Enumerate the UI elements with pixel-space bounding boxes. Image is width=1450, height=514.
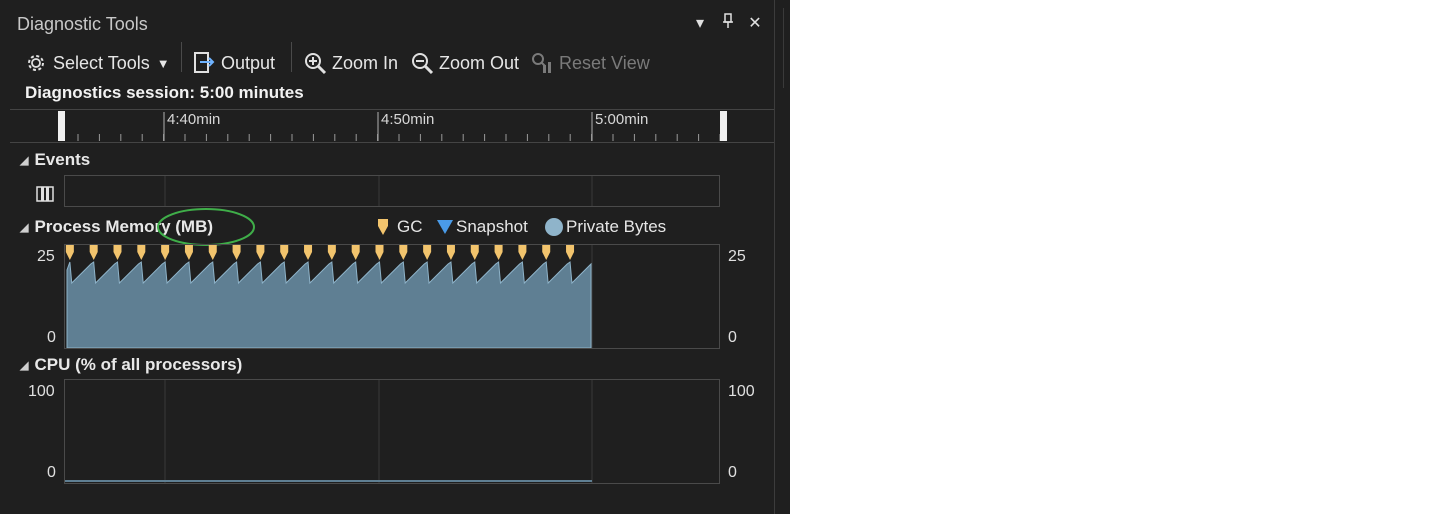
- gc-marker[interactable]: [161, 245, 170, 260]
- cpu-title: CPU (% of all processors): [34, 355, 243, 374]
- reset-view-label: Reset View: [559, 52, 650, 73]
- process-memory-graph[interactable]: [64, 244, 720, 349]
- collapse-triangle-icon: ◢: [20, 154, 29, 167]
- memory-y-min-right: 0: [728, 329, 737, 346]
- gc-marker[interactable]: [423, 245, 432, 260]
- empty-area: [790, 0, 1450, 514]
- gc-marker[interactable]: [184, 245, 193, 260]
- memory-y-max-right: 25: [728, 248, 746, 265]
- gc-marker[interactable]: [518, 245, 527, 260]
- zoom-out-label: Zoom Out: [439, 52, 520, 73]
- panel-divider: [783, 8, 784, 88]
- cpu-y-max-left: 100: [28, 383, 55, 400]
- events-timeline[interactable]: [64, 175, 720, 207]
- memory-y-min-left: 0: [47, 329, 56, 346]
- cpu-y-min-left: 0: [47, 464, 56, 481]
- gc-marker-icon: [378, 219, 388, 235]
- dropdown-arrow-icon[interactable]: ▾: [690, 13, 710, 33]
- close-icon[interactable]: ✕: [745, 13, 765, 33]
- gc-marker[interactable]: [304, 245, 313, 260]
- title-bar: Diagnostic Tools ▾ ✕: [0, 4, 775, 38]
- output-label: Output: [221, 52, 276, 73]
- cpu-y-max-right: 100: [728, 383, 755, 400]
- legend-gc: GC: [377, 215, 423, 239]
- gc-marker[interactable]: [494, 245, 503, 260]
- gc-marker[interactable]: [327, 245, 336, 260]
- collapse-triangle-icon: ◢: [20, 359, 29, 372]
- events-section-header[interactable]: ◢ Events: [20, 150, 90, 170]
- memory-y-max-left: 25: [37, 248, 55, 265]
- legend-snapshot-label: Snapshot: [456, 217, 528, 236]
- private-bytes-area: [66, 261, 592, 348]
- toolbar-separator: [181, 42, 182, 72]
- zoom-out-icon: [412, 53, 434, 75]
- output-button[interactable]: Output: [192, 50, 275, 76]
- legend-snapshot: Snapshot: [436, 215, 528, 239]
- gc-marker[interactable]: [566, 245, 575, 260]
- cpu-y-min-right: 0: [728, 464, 737, 481]
- zoom-out-button[interactable]: Zoom Out: [410, 50, 519, 76]
- gc-marker[interactable]: [399, 245, 408, 260]
- diagnostic-tools-panel: Diagnostic Tools ▾ ✕ Select Tools ▼ Outp…: [0, 0, 775, 514]
- zoom-in-icon: [305, 53, 327, 75]
- timeline-ruler[interactable]: 4:40min 4:50min 5:00min: [10, 109, 774, 143]
- zoom-in-label: Zoom In: [332, 52, 399, 73]
- events-title: Events: [34, 150, 91, 169]
- legend-gc-label: GC: [397, 217, 423, 236]
- memory-graph-plot: [65, 245, 593, 348]
- toolbar-separator: [291, 42, 292, 72]
- snapshot-marker-icon: [437, 220, 453, 234]
- gc-marker[interactable]: [113, 245, 122, 260]
- gc-marker[interactable]: [89, 245, 98, 260]
- events-gridlines: [164, 176, 593, 206]
- gc-marker[interactable]: [446, 245, 455, 260]
- gc-marker[interactable]: [375, 245, 384, 260]
- toolbar: Select Tools ▼ Output Zoom In Zoom Out R…: [0, 40, 775, 82]
- ruler-label-500: 5:00min: [595, 111, 649, 128]
- private-bytes-dot-icon: [545, 218, 563, 236]
- zoom-in-button[interactable]: Zoom In: [303, 50, 398, 76]
- reset-view-button[interactable]: Reset View: [530, 50, 650, 76]
- cpu-graph[interactable]: [64, 379, 720, 484]
- reset-view-icon: [532, 53, 551, 73]
- gc-marker[interactable]: [137, 245, 146, 260]
- cpu-graph-plot: [65, 380, 593, 483]
- ruler-label-450: 4:50min: [381, 111, 435, 128]
- session-duration: Diagnostics session: 5:00 minutes: [25, 83, 304, 102]
- gc-marker[interactable]: [542, 245, 551, 260]
- pin-icon[interactable]: [718, 13, 738, 34]
- gear-icon: [28, 55, 44, 71]
- gc-marker[interactable]: [470, 245, 479, 260]
- timeline-right-handle[interactable]: [720, 111, 727, 141]
- output-icon: [194, 52, 215, 73]
- gc-marker[interactable]: [65, 245, 74, 260]
- panel-title: Diagnostic Tools: [17, 14, 148, 34]
- gc-marker[interactable]: [208, 245, 217, 260]
- legend-private-bytes-label: Private Bytes: [566, 217, 667, 236]
- gc-marker[interactable]: [256, 245, 265, 260]
- annotation-ellipse: [157, 208, 255, 246]
- cpu-section-header[interactable]: ◢ CPU (% of all processors): [20, 355, 242, 375]
- collapse-triangle-icon: ◢: [20, 221, 29, 234]
- legend-private-bytes: Private Bytes: [544, 215, 666, 239]
- events-toggle-icon[interactable]: [36, 186, 54, 207]
- ruler-label-440: 4:40min: [167, 111, 221, 128]
- select-tools-button[interactable]: Select Tools ▼: [24, 50, 170, 76]
- gc-marker[interactable]: [351, 245, 360, 260]
- chevron-down-icon: ▼: [156, 55, 170, 71]
- gc-marker[interactable]: [280, 245, 289, 260]
- gc-marker[interactable]: [232, 245, 241, 260]
- adjacent-panel-edge: [775, 0, 790, 514]
- select-tools-label: Select Tools: [53, 52, 150, 73]
